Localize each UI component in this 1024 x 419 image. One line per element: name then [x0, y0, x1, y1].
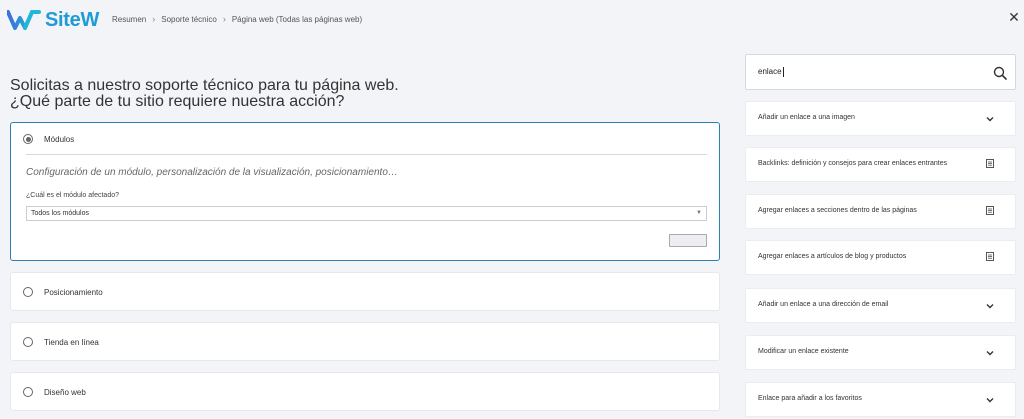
radio-diseno-web[interactable]	[23, 387, 33, 397]
option-card-diseno: Diseño web	[10, 372, 720, 411]
help-item-label: Enlace para añadir a los favoritos	[758, 395, 862, 402]
search-input[interactable]: enlace	[745, 54, 1016, 90]
help-item[interactable]: Modificar un enlace existente	[745, 335, 1016, 370]
help-item-label: Añadir un enlace a una imagen	[758, 114, 855, 121]
breadcrumb-separator-icon: ›	[152, 14, 156, 24]
help-item-label: Agregar enlaces a artículos de blog y pr…	[758, 253, 907, 260]
brand-name: SiteW	[45, 9, 100, 31]
page-title-line-2: ¿Qué parte de tu sitio requiere nuestra …	[10, 93, 345, 110]
submit-button[interactable]	[669, 234, 707, 247]
option-card-modulos: Módulos Configuración de un módulo, pers…	[10, 122, 720, 261]
chevron-down-icon	[986, 304, 994, 309]
breadcrumb-item-soporte[interactable]: Soporte técnico	[161, 15, 217, 24]
option-diseno-web[interactable]: Diseño web	[11, 373, 719, 411]
breadcrumb-item-current: Página web (Todas las páginas web)	[231, 14, 363, 24]
page-title: Solicitas a nuestro soporte técnico para…	[10, 78, 710, 110]
radio-modulos[interactable]	[23, 134, 33, 144]
help-item-label: Backlinks: definición y consejos para cr…	[758, 160, 948, 167]
chevron-down-icon	[986, 398, 994, 403]
sitew-logo-icon	[7, 10, 41, 30]
search-text: enlace	[758, 67, 782, 77]
breadcrumb-item-resumen[interactable]: Resumen	[112, 15, 146, 24]
radio-posicionamiento[interactable]	[23, 287, 33, 297]
document-icon	[986, 252, 994, 261]
help-item[interactable]: Agregar enlaces a secciones dentro de la…	[745, 194, 1016, 229]
chevron-down-icon	[986, 117, 994, 122]
breadcrumb-separator-icon: ›	[222, 14, 226, 24]
caret-down-icon: ▼	[696, 210, 702, 216]
module-select[interactable]: Todos los módulos ▼	[26, 206, 707, 221]
option-label: Diseño web	[44, 387, 86, 397]
close-icon[interactable]: ✕	[1008, 10, 1020, 24]
help-item[interactable]: Backlinks: definición y consejos para cr…	[745, 147, 1016, 182]
sitew-logo[interactable]: SiteW	[7, 9, 99, 31]
help-item[interactable]: Añadir un enlace a una imagen	[745, 101, 1016, 136]
option-label: Posicionamiento	[44, 287, 103, 297]
search-input-value: enlace	[758, 67, 784, 77]
option-label: Tienda en línea	[44, 337, 99, 347]
help-item[interactable]: Enlace para añadir a los favoritos	[745, 382, 1016, 417]
option-description: Configuración de un módulo, personalizac…	[26, 167, 398, 178]
header: SiteW Resumen › Soporte técnico › Página…	[0, 0, 1024, 40]
option-card-posicionamiento: Posicionamiento	[10, 272, 720, 311]
option-label: Módulos	[44, 134, 75, 144]
document-icon	[986, 206, 994, 215]
help-item[interactable]: Añadir un enlace a una dirección de emai…	[745, 288, 1016, 323]
help-item-label: Añadir un enlace a una dirección de emai…	[758, 301, 889, 308]
module-question-label: ¿Cuál es el módulo afectado?	[26, 192, 119, 199]
help-item-label: Agregar enlaces a secciones dentro de la…	[758, 207, 917, 214]
option-card-tienda: Tienda en línea	[10, 322, 720, 361]
chevron-down-icon	[986, 351, 994, 356]
divider	[26, 154, 707, 155]
radio-tienda-en-linea[interactable]	[23, 337, 33, 347]
document-icon	[986, 159, 994, 168]
help-item-label: Modificar un enlace existente	[758, 348, 849, 355]
option-posicionamiento[interactable]: Posicionamiento	[11, 273, 719, 311]
breadcrumb: Resumen › Soporte técnico › Página web (…	[112, 14, 362, 24]
text-cursor	[782, 67, 784, 77]
search-icon[interactable]	[993, 66, 1007, 80]
help-item[interactable]: Agregar enlaces a artículos de blog y pr…	[745, 240, 1016, 275]
option-tienda-en-linea[interactable]: Tienda en línea	[11, 323, 719, 361]
page-title-line-1: Solicitas a nuestro soporte técnico para…	[10, 77, 399, 94]
option-modulos[interactable]: Módulos	[11, 123, 719, 155]
module-select-value: Todos los módulos	[31, 210, 89, 217]
